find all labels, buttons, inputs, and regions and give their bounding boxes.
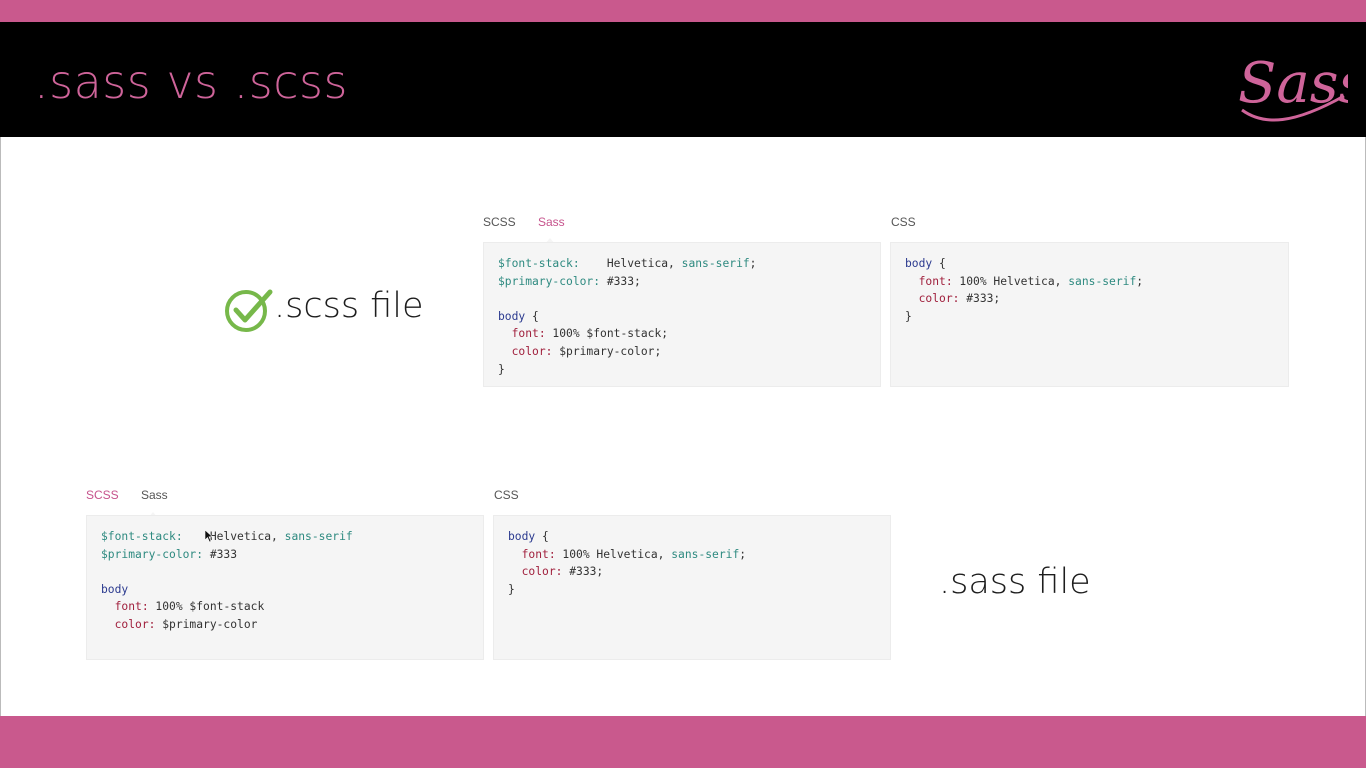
slide-title: .sass vs .scss [34, 55, 348, 109]
sass-file-label: .sass file [939, 562, 1091, 602]
scss-css-output-panel: body { font: 100% Helvetica, sans-serif;… [890, 242, 1289, 387]
sass-css-output-panel: body { font: 100% Helvetica, sans-serif;… [493, 515, 891, 660]
tab-sass[interactable]: Sass [538, 215, 565, 229]
scss-code: $font-stack: Helvetica, sans-serif; $pri… [498, 257, 757, 376]
tab-scss[interactable]: SCSS [483, 215, 516, 229]
check-circle-icon [225, 289, 273, 332]
css-output-code: body { font: 100% Helvetica, sans-serif;… [905, 257, 1144, 323]
frame-left-edge [0, 137, 1, 716]
tab-css[interactable]: CSS [891, 215, 916, 229]
css-output-code: body { font: 100% Helvetica, sans-serif;… [508, 530, 747, 596]
tab-css[interactable]: CSS [494, 488, 519, 502]
sass-code-panel: $font-stack: Helvetica, sans-serif $prim… [86, 515, 484, 660]
scss-file-label: .scss file [274, 286, 424, 326]
bottom-accent-bar [0, 716, 1366, 768]
scss-code-panel: $font-stack: Helvetica, sans-serif; $pri… [483, 242, 881, 387]
tab-scss[interactable]: SCSS [86, 488, 119, 502]
sass-logo: Sass [1238, 51, 1348, 122]
tab-sass[interactable]: Sass [141, 488, 168, 502]
sass-logo-text: Sass [1238, 51, 1348, 116]
mouse-cursor-icon [205, 530, 213, 542]
top-accent-bar [0, 0, 1366, 22]
sass-code: $font-stack: Helvetica, sans-serif $prim… [101, 530, 353, 631]
